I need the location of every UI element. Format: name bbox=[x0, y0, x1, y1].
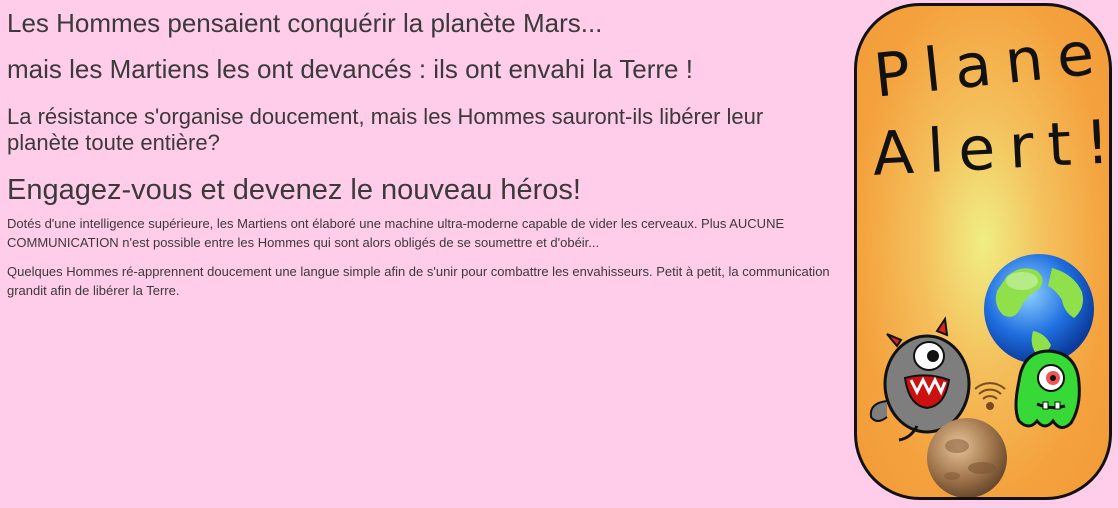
headline-invasion: mais les Martiens les ont devancés : ils… bbox=[7, 54, 693, 84]
headline-resistance: La résistance s'organise doucement, mais… bbox=[7, 104, 764, 155]
story-paragraph-1: Dotés d'une intelligence supérieure, les… bbox=[7, 216, 785, 250]
headline-intro: Les Hommes pensaient conquérir la planèt… bbox=[7, 8, 603, 38]
mars-planet-icon bbox=[927, 418, 1007, 497]
banner-illustration bbox=[869, 254, 1094, 497]
earth-icon bbox=[984, 254, 1094, 364]
story-paragraph-2: Quelques Hommes ré-apprennent doucement … bbox=[7, 264, 830, 298]
signal-waves-icon bbox=[974, 382, 1006, 410]
green-martian-icon bbox=[1014, 349, 1081, 429]
headline-call-to-action: Engagez-vous et devenez le nouveau héros… bbox=[7, 174, 581, 206]
main-content: Les Hommes pensaient conquérir la planèt… bbox=[7, 0, 837, 300]
planet-alert-banner: Planet Alert! bbox=[854, 3, 1112, 500]
